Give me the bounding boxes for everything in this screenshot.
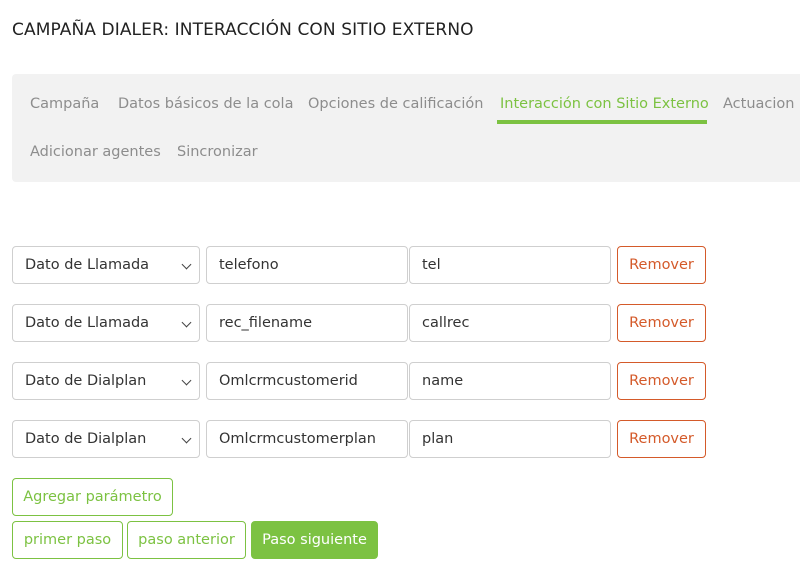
remove-parameter-button[interactable]: Remover <box>617 420 706 458</box>
parameter-field-input[interactable]: rec_filename <box>206 304 408 342</box>
parameter-name-input[interactable]: name <box>409 362 611 400</box>
tab-interaccion-sitio-externo[interactable]: Interacción con Sitio Externo <box>500 94 709 114</box>
next-step-button[interactable]: Paso siguiente <box>251 521 378 559</box>
parameter-type-select[interactable]: Dato de Llamada <box>12 304 200 342</box>
parameter-type-select[interactable]: Dato de Dialplan <box>12 362 200 400</box>
tab-adicionar-agentes[interactable]: Adicionar agentes <box>30 142 161 162</box>
first-step-button[interactable]: primer paso <box>12 521 123 559</box>
remove-parameter-button[interactable]: Remover <box>617 246 706 284</box>
active-tab-underline <box>497 120 707 124</box>
tab-panel <box>12 74 800 182</box>
tab-campana[interactable]: Campaña <box>30 94 99 114</box>
remove-parameter-button[interactable]: Remover <box>617 304 706 342</box>
parameter-type-select[interactable]: Dato de Llamada <box>12 246 200 284</box>
parameter-field-input[interactable]: Omlcrmcustomerplan <box>206 420 408 458</box>
tab-sincronizar[interactable]: Sincronizar <box>177 142 258 162</box>
tab-opciones-calificacion[interactable]: Opciones de calificación <box>308 94 483 114</box>
remove-parameter-button[interactable]: Remover <box>617 362 706 400</box>
tab-datos-basicos[interactable]: Datos básicos de la cola <box>118 94 293 114</box>
tab-actuacion[interactable]: Actuacion <box>723 94 794 114</box>
parameter-field-input[interactable]: Omlcrmcustomerid <box>206 362 408 400</box>
chevron-down-icon <box>181 317 192 328</box>
parameter-name-input[interactable]: plan <box>409 420 611 458</box>
parameter-field-input[interactable]: telefono <box>206 246 408 284</box>
parameter-type-value: Dato de Llamada <box>25 315 150 331</box>
page-title: CAMPAÑA DIALER: INTERACCIÓN CON SITIO EX… <box>12 20 474 40</box>
chevron-down-icon <box>181 259 192 270</box>
parameter-type-value: Dato de Llamada <box>25 257 150 273</box>
parameter-name-input[interactable]: tel <box>409 246 611 284</box>
chevron-down-icon <box>181 433 192 444</box>
chevron-down-icon <box>181 375 192 386</box>
parameter-type-select[interactable]: Dato de Dialplan <box>12 420 200 458</box>
parameter-type-value: Dato de Dialplan <box>25 373 147 389</box>
previous-step-button[interactable]: paso anterior <box>127 521 246 559</box>
parameter-type-value: Dato de Dialplan <box>25 431 147 447</box>
add-parameter-button[interactable]: Agregar parámetro <box>12 478 173 516</box>
parameter-name-input[interactable]: callrec <box>409 304 611 342</box>
